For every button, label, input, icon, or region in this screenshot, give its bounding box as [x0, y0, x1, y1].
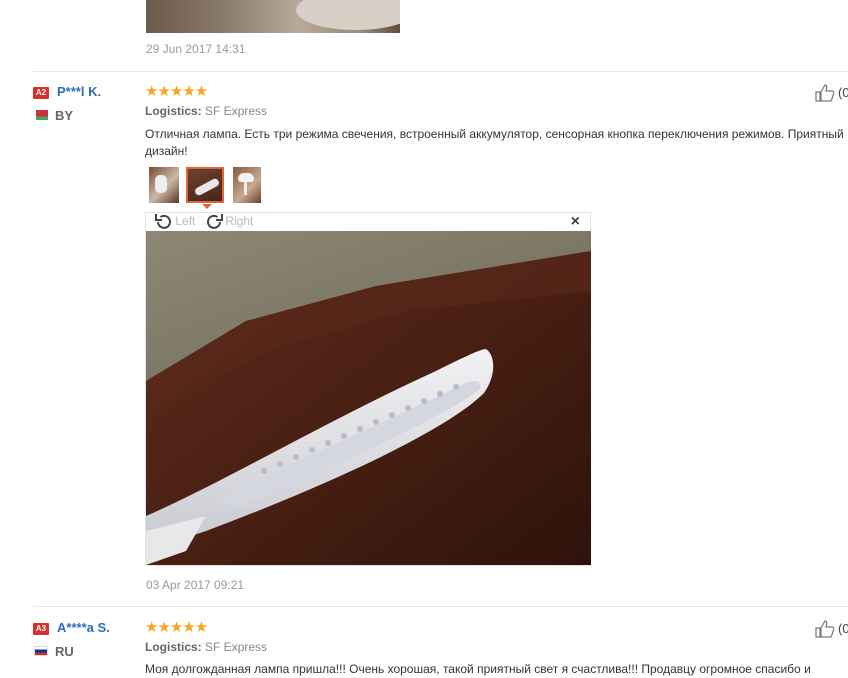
review-photo-previous[interactable]	[146, 0, 400, 33]
review-date: 29 Jun 2017 14:31	[146, 42, 246, 56]
buyer-level-badge: A3	[33, 623, 49, 635]
thumbs-up-icon	[815, 620, 835, 638]
review-date: 03 Apr 2017 09:21	[146, 578, 245, 592]
rotate-left-label: Left	[175, 214, 196, 229]
helpful-button[interactable]: (0	[815, 84, 848, 105]
rating-stars: ★★★★★	[145, 83, 208, 100]
buyer-level-badge: A2	[33, 87, 49, 99]
helpful-count: (0	[838, 621, 848, 636]
review-thumbnail[interactable]	[149, 167, 179, 203]
thumbs-up-icon	[815, 84, 835, 102]
buyer-country: BY	[55, 108, 74, 123]
review-text: Отличная лампа. Есть три режима свечения…	[145, 127, 844, 158]
review-thumbnail[interactable]	[233, 167, 261, 203]
logistics-label: Logistics:	[145, 640, 202, 654]
image-viewer-toolbar: Left Right ×	[146, 213, 590, 231]
review-image-large[interactable]	[146, 231, 591, 565]
logistics-value: SF Express	[205, 104, 268, 118]
helpful-count: (0	[838, 85, 848, 100]
logistics-label: Logistics:	[145, 104, 202, 118]
divider	[33, 606, 848, 607]
buyer-country: RU	[55, 644, 74, 659]
rotate-left-icon	[155, 214, 171, 229]
rating-stars: ★★★★★	[145, 619, 208, 636]
review-thumbnail-selected[interactable]	[186, 167, 224, 203]
rotate-right-icon	[207, 214, 223, 229]
logistics-info: Logistics: SF Express	[145, 640, 267, 654]
rotate-right-label: Right	[225, 214, 254, 229]
selected-thumbnail-indicator	[202, 204, 212, 209]
buyer-name[interactable]: A****a S.	[57, 620, 110, 635]
flag-ru-icon	[34, 646, 48, 656]
logistics-value: SF Express	[205, 640, 268, 654]
helpful-button[interactable]: (0	[815, 620, 848, 641]
rotate-right-button[interactable]: Right	[204, 213, 253, 231]
logistics-info: Logistics: SF Express	[145, 104, 267, 118]
lamp-photo	[146, 231, 591, 565]
buyer-name[interactable]: P***l K.	[57, 84, 101, 99]
close-icon[interactable]: ×	[571, 213, 580, 231]
rotate-left-button[interactable]: Left	[154, 213, 195, 231]
divider	[33, 71, 848, 72]
flag-by-icon	[34, 110, 48, 120]
